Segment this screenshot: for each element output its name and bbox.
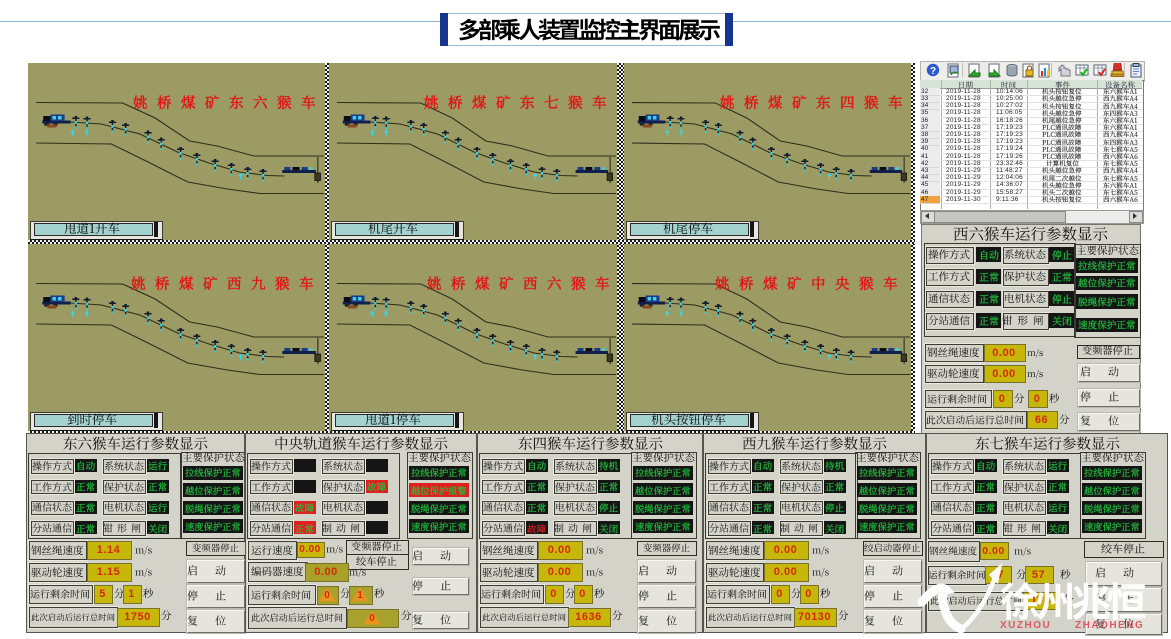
svg-text:?: ?: [930, 66, 936, 77]
